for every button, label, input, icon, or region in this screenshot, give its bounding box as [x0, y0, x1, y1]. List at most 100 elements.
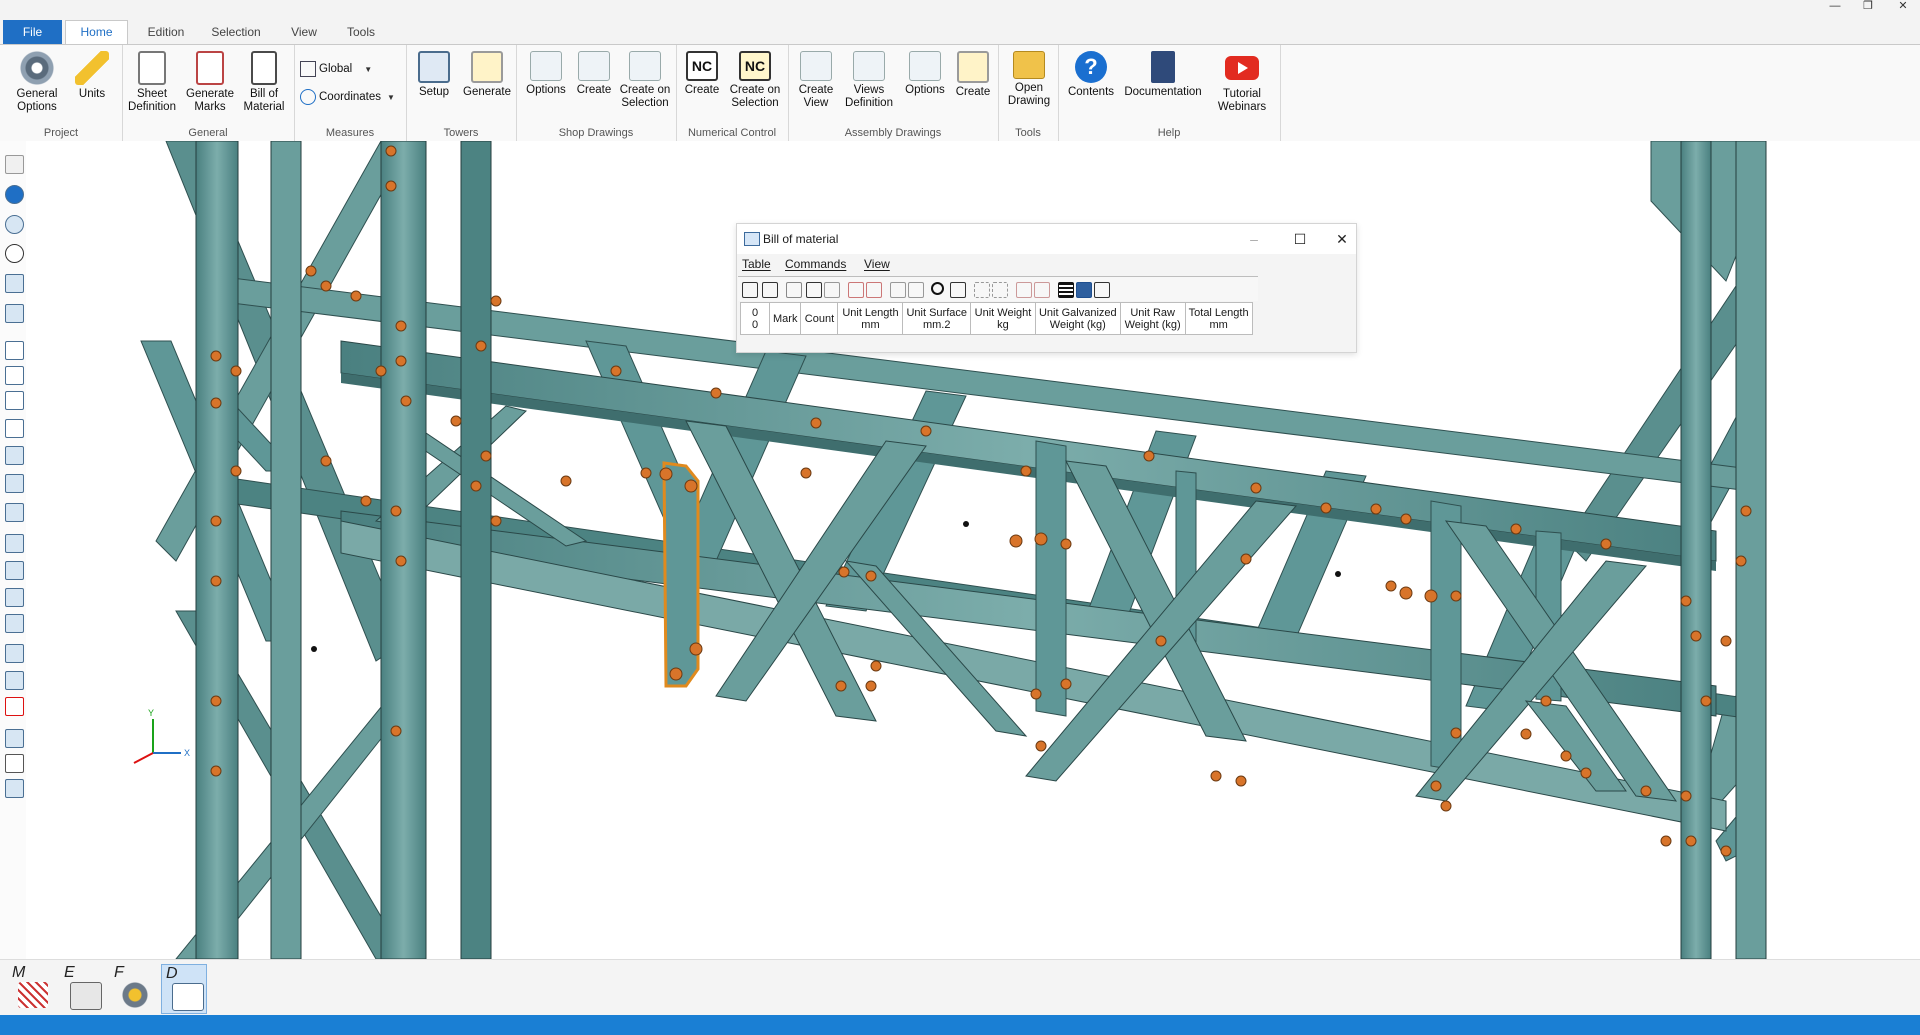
view-bottom-icon[interactable] — [5, 474, 24, 493]
bom-col-unit-galvanized-weight[interactable]: Unit Galvanized Weight (kg) — [1034, 302, 1121, 335]
pan-hand-icon[interactable] — [5, 155, 24, 174]
assembly-create-button[interactable]: Create — [952, 51, 994, 99]
paste-icon[interactable] — [824, 282, 840, 298]
export-icon[interactable] — [742, 282, 758, 298]
tab-file[interactable]: File — [3, 20, 62, 44]
minimize-button[interactable]: — — [1820, 0, 1850, 14]
decimals-remove-icon[interactable] — [992, 282, 1008, 298]
highlight-on-icon[interactable] — [1016, 282, 1032, 298]
generate-marks-button[interactable]: Generate Marks — [182, 51, 238, 114]
documentation-button[interactable]: Documentation — [1120, 51, 1206, 99]
tower-setup-button[interactable]: Setup — [410, 51, 458, 99]
grid-icon[interactable] — [5, 779, 24, 798]
list-view-icon[interactable] — [1058, 282, 1074, 298]
view-front-icon[interactable] — [5, 341, 24, 360]
section-icon[interactable] — [5, 588, 24, 607]
modeling-icon — [18, 982, 48, 1008]
mode-edition[interactable]: E — [60, 964, 104, 1012]
zoom-extents-icon[interactable] — [5, 534, 24, 553]
render-icon[interactable] — [5, 561, 24, 580]
global-dropdown[interactable]: Global ▼ — [300, 59, 372, 79]
units-button[interactable]: Units — [72, 51, 112, 101]
close-button[interactable]: ✕ — [1888, 0, 1918, 14]
tab-home[interactable]: Home — [65, 20, 128, 45]
bom-col-count[interactable]: Count — [800, 302, 839, 335]
open-drawing-button[interactable]: Open Drawing — [1004, 51, 1054, 108]
bom-titlebar[interactable]: Bill of material – ☐ ✕ — [737, 224, 1356, 254]
bom-toolbar — [738, 276, 1258, 301]
magnet-snap-icon[interactable] — [5, 697, 24, 716]
visibility-icon[interactable] — [5, 671, 24, 690]
bom-col-unit-weight[interactable]: Unit Weight kg — [969, 302, 1036, 335]
assembly-options-button[interactable]: Options — [900, 51, 950, 97]
axis-y-label: Y — [148, 708, 154, 718]
view-right-icon[interactable] — [5, 419, 24, 438]
view-left-icon[interactable] — [5, 391, 24, 410]
highlight-off-icon[interactable] — [1034, 282, 1050, 298]
general-options-button[interactable]: General Options — [8, 51, 66, 114]
decimals-add-icon[interactable] — [974, 282, 990, 298]
bom-col-unit-surface[interactable]: Unit Surface mm.2 — [902, 302, 971, 335]
bom-col-total-length[interactable]: Total Length mm — [1184, 302, 1253, 335]
replace-icon[interactable] — [950, 282, 966, 298]
tab-edition[interactable]: Edition — [140, 21, 192, 44]
layer-icon[interactable] — [5, 644, 24, 663]
mode-fabrication[interactable]: F — [110, 964, 154, 1012]
eye-icon[interactable] — [5, 729, 24, 748]
print-icon[interactable] — [762, 282, 778, 298]
copy-icon[interactable] — [806, 282, 822, 298]
shop-create-on-selection-button[interactable]: Create on Selection — [616, 51, 674, 110]
tower-generate-button[interactable]: Generate — [460, 51, 514, 99]
mode-drawing[interactable]: D — [161, 964, 207, 1014]
bom-maximize-button[interactable]: ☐ — [1289, 228, 1311, 250]
tab-view[interactable]: View — [284, 21, 324, 44]
coordinates-dropdown[interactable]: Coordinates ▼ — [300, 87, 395, 107]
contents-button[interactable]: ? Contents — [1064, 51, 1118, 99]
globe-icon[interactable] — [5, 185, 24, 204]
bom-menu-table[interactable]: Table — [742, 257, 771, 271]
bom-menu-view[interactable]: View — [864, 257, 890, 271]
ribbon-tab-row: File Home Edition Selection View Tools —… — [0, 0, 1920, 45]
bom-col-mark[interactable]: Mark — [768, 302, 802, 335]
bill-of-material-window[interactable]: Bill of material – ☐ ✕ Table Commands Vi… — [736, 223, 1357, 353]
bom-menu-commands[interactable]: Commands — [785, 257, 846, 271]
mode-modeling[interactable]: M — [8, 964, 52, 1012]
insert-row-icon[interactable] — [848, 282, 864, 298]
tab-selection[interactable]: Selection — [208, 21, 264, 44]
views-definition-button[interactable]: Views Definition — [840, 51, 898, 110]
zoom-window-icon[interactable] — [5, 274, 24, 293]
delete-row-icon[interactable] — [866, 282, 882, 298]
shop-options-button[interactable]: Options — [520, 51, 572, 97]
bom-col-unit-raw-weight[interactable]: Unit Raw Weight (kg) — [1119, 302, 1186, 335]
select-icon[interactable] — [5, 754, 24, 773]
zoom-icon[interactable] — [5, 304, 24, 323]
nc-create-on-selection-button[interactable]: NC Create on Selection — [726, 51, 784, 110]
preview-icon[interactable] — [1094, 282, 1110, 298]
shop-create-button[interactable]: Create — [572, 51, 616, 97]
bom-minimize-button[interactable]: – — [1243, 228, 1265, 250]
bom-close-button[interactable]: ✕ — [1331, 228, 1353, 250]
view-iso-icon[interactable] — [5, 503, 24, 522]
create-drawing-icon — [578, 51, 610, 81]
sheet-definition-button[interactable]: Sheet Definition — [124, 51, 180, 114]
rotate-icon[interactable] — [5, 244, 24, 263]
nc-create-button[interactable]: NC Create — [680, 51, 724, 97]
tab-tools[interactable]: Tools — [340, 21, 382, 44]
bill-of-material-button[interactable]: Bill of Material — [238, 51, 290, 114]
cut-icon[interactable] — [786, 282, 802, 298]
columns-icon[interactable] — [1076, 282, 1092, 298]
sort-ascending-icon[interactable] — [890, 282, 906, 298]
orbit-icon[interactable] — [5, 215, 24, 234]
view-top-icon[interactable] — [5, 446, 24, 465]
sort-descending-icon[interactable] — [908, 282, 924, 298]
bom-col-unit-length[interactable]: Unit Length mm — [837, 302, 904, 335]
model-viewport[interactable]: Y X Bill of material – ☐ ✕ Table Command… — [26, 141, 1920, 959]
generate-lightning-icon — [471, 51, 503, 83]
search-icon[interactable] — [931, 282, 944, 295]
bom-col-index[interactable]: 0 0 — [740, 302, 770, 335]
clip-icon[interactable] — [5, 614, 24, 633]
restore-button[interactable]: ❐ — [1853, 0, 1883, 14]
tutorial-webinars-button[interactable]: Tutorial Webinars — [1208, 51, 1276, 114]
view-back-icon[interactable] — [5, 366, 24, 385]
create-view-button[interactable]: Create View — [792, 51, 840, 110]
